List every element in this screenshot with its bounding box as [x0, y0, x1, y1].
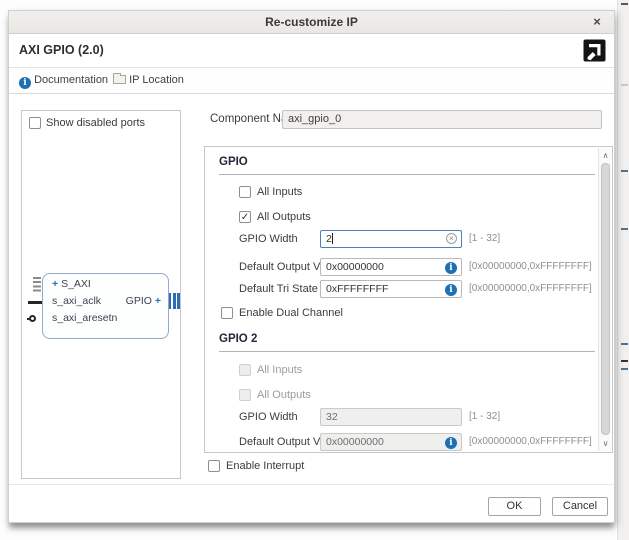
reset-connector-icon: [29, 315, 36, 322]
info-icon[interactable]: i: [445, 437, 457, 449]
port-aresetn-label: s_axi_aresetn: [52, 312, 117, 324]
gpio2-width-input: 32: [320, 408, 462, 426]
default-output-range: [0x00000000,0xFFFFFFFF]: [469, 258, 592, 276]
gpio2-default-output-range: [0x00000000,0xFFFFFFFF]: [469, 433, 592, 451]
enable-interrupt-checkbox[interactable]: [208, 460, 220, 472]
default-output-value: 0x00000000: [326, 261, 384, 273]
gpio2-width-range: [1 - 32]: [469, 408, 500, 426]
gpio2-all-outputs-checkbox: [239, 389, 251, 401]
background-mark: [621, 84, 628, 86]
xilinx-logo-icon: [583, 39, 606, 62]
gpio-width-label: GPIO Width: [239, 230, 298, 248]
ip-name-title: AXI GPIO (2.0): [19, 43, 104, 57]
default-output-input[interactable]: 0x00000000 i: [320, 258, 462, 276]
recustomize-ip-dialog: Re-customize IP × AXI GPIO (2.0) i Docum…: [8, 10, 615, 523]
documentation-button[interactable]: i Documentation: [19, 73, 108, 89]
background-mark: [621, 368, 628, 370]
default-tri-range: [0x00000000,0xFFFFFFFF]: [469, 280, 592, 298]
bus-connector-icon: [33, 277, 41, 294]
expand-plus-icon[interactable]: +: [52, 278, 58, 290]
all-outputs-checkbox[interactable]: [239, 211, 251, 223]
info-icon: i: [19, 77, 31, 89]
cancel-button[interactable]: Cancel: [552, 497, 608, 516]
port-s-axi[interactable]: + S_AXI: [52, 278, 91, 290]
enable-dual-channel-checkbox[interactable]: [221, 307, 233, 319]
ip-location-label: IP Location: [129, 74, 184, 86]
expand-plus-icon[interactable]: +: [155, 295, 161, 307]
enable-interrupt-label: Enable Interrupt: [226, 460, 304, 472]
port-s-axi-aclk: s_axi_aclk: [52, 295, 101, 307]
port-gpio[interactable]: GPIO +: [126, 295, 161, 307]
folder-icon: [113, 75, 126, 84]
gpio-width-range: [1 - 32]: [469, 230, 500, 248]
clear-icon[interactable]: ×: [446, 233, 457, 244]
info-icon[interactable]: i: [445, 284, 457, 296]
default-tri-input[interactable]: 0xFFFFFFFF i: [320, 280, 462, 298]
gpio2-width-label: GPIO Width: [239, 408, 298, 426]
gpio2-all-inputs-checkbox: [239, 364, 251, 376]
scroll-up-icon[interactable]: ∧: [599, 149, 612, 162]
gpio2-default-output-input: 0x00000000 i: [320, 433, 462, 451]
config-scroll-area: GPIO All Inputs All Outputs GPIO Width 2…: [204, 146, 613, 453]
background-mark: [621, 170, 628, 172]
gpio2-section-title: GPIO 2: [219, 333, 257, 345]
gpio-section-title: GPIO: [219, 156, 248, 168]
scroll-down-icon[interactable]: ∨: [599, 437, 612, 450]
gpio2-width-value: 32: [326, 411, 338, 423]
background-mark: [621, 360, 628, 362]
dialog-title: Re-customize IP: [265, 15, 358, 29]
section-divider: [219, 351, 595, 352]
default-tri-value: 0xFFFFFFFF: [326, 283, 388, 295]
text-caret: [332, 233, 333, 244]
gpio-width-input[interactable]: 2 ×: [320, 230, 462, 248]
gpio-bus-bars-icon: [167, 293, 180, 312]
info-icon[interactable]: i: [445, 262, 457, 274]
all-inputs-checkbox[interactable]: [239, 186, 251, 198]
port-s-axi-aresetn: s_axi_aresetn: [52, 312, 117, 324]
footer-divider: [9, 484, 614, 485]
ip-header: AXI GPIO (2.0): [9, 34, 614, 68]
background-mark: [621, 228, 628, 230]
show-disabled-ports-checkbox[interactable]: [29, 117, 41, 129]
gpio2-all-outputs-label: All Outputs: [257, 386, 311, 404]
close-icon[interactable]: ×: [589, 11, 605, 33]
port-aclk-label: s_axi_aclk: [52, 295, 101, 307]
port-gpio-label: GPIO: [126, 295, 152, 307]
documentation-label: Documentation: [34, 74, 108, 86]
scrollbar-thumb[interactable]: [601, 163, 610, 435]
background-app-strip: [617, 0, 629, 540]
scrollbar[interactable]: ∧ ∨: [598, 148, 611, 451]
gpio2-all-inputs-label: All Inputs: [257, 361, 302, 379]
dialog-titlebar[interactable]: Re-customize IP ×: [9, 11, 614, 34]
ip-location-button[interactable]: IP Location: [113, 73, 184, 89]
all-outputs-label: All Outputs: [257, 208, 311, 226]
port-s-axi-label: S_AXI: [61, 278, 91, 290]
background-mark: [621, 3, 628, 5]
ip-block-symbol: + S_AXI s_axi_aclk s_axi_aresetn GPIO +: [42, 273, 169, 339]
enable-dual-channel-label: Enable Dual Channel: [239, 304, 343, 322]
gpio2-default-output-value: 0x00000000: [326, 436, 384, 448]
dialog-toolbar: i Documentation IP Location: [9, 68, 614, 94]
show-disabled-ports-label: Show disabled ports: [46, 117, 145, 129]
clock-connector-icon: [28, 301, 42, 304]
section-divider: [219, 174, 595, 175]
background-mark: [621, 343, 628, 345]
ip-symbol-panel: Show disabled ports + S_AXI s_axi_aclk s…: [21, 110, 181, 479]
all-inputs-label: All Inputs: [257, 183, 302, 201]
component-name-field: axi_gpio_0: [282, 110, 602, 129]
ok-button[interactable]: OK: [488, 497, 541, 516]
